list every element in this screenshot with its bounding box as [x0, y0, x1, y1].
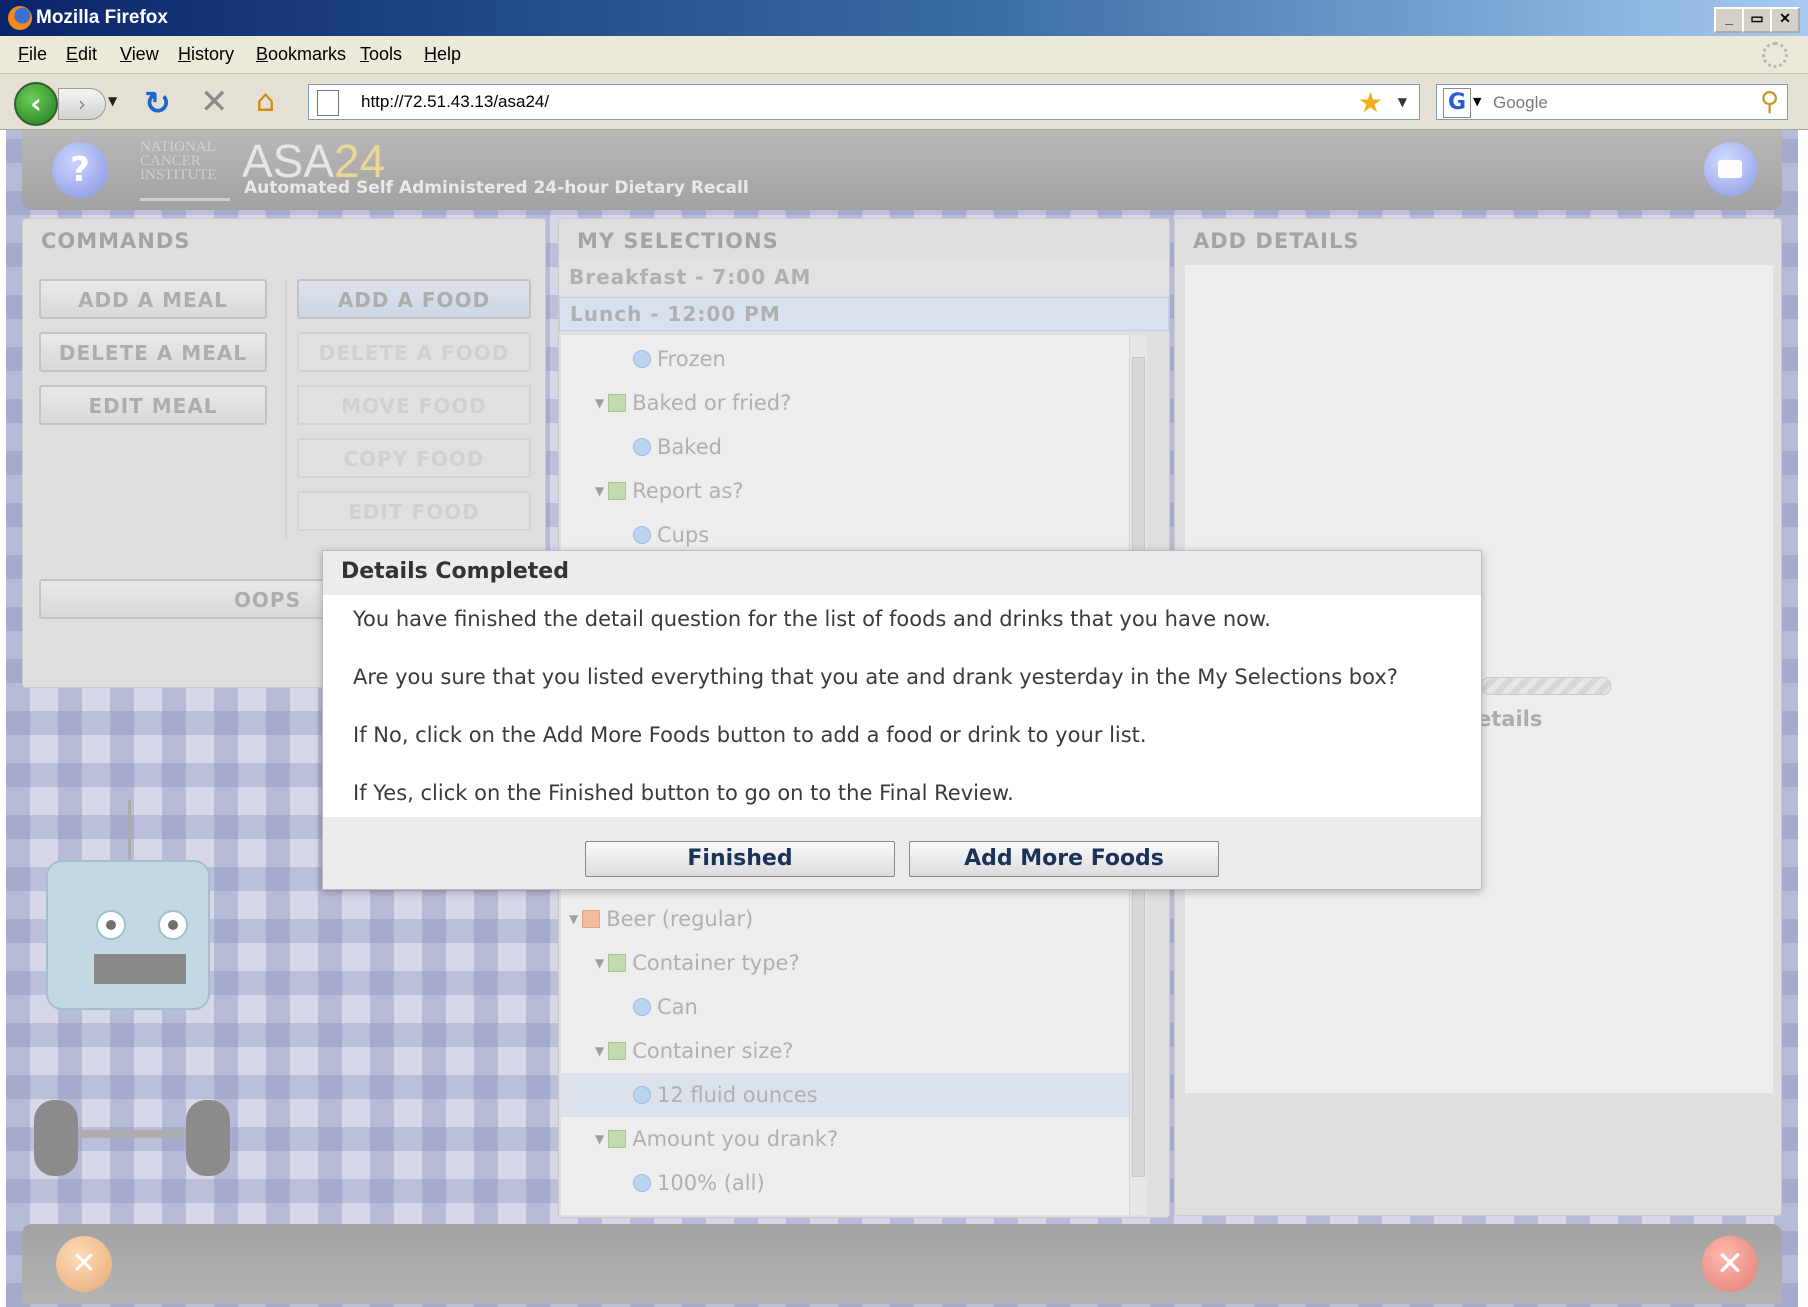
menu-bar: File Edit View History Bookmarks Tools H… — [0, 36, 1808, 74]
page-icon — [317, 90, 339, 116]
dialog-message: Are you sure that you listed everything … — [353, 665, 1398, 689]
menu-tools[interactable]: Tools — [360, 44, 402, 65]
history-dropdown-icon[interactable]: ▼ — [108, 94, 117, 108]
engine-dropdown-icon[interactable]: ▼ — [1473, 95, 1481, 108]
restore-button[interactable]: ▭ — [1742, 7, 1772, 33]
finished-button[interactable]: Finished — [585, 841, 895, 877]
search-icon[interactable]: ⚲ — [1760, 87, 1779, 117]
dialog-body: You have finished the detail question fo… — [323, 595, 1481, 817]
window-titlebar: Mozilla Firefox _ ▭ ✕ — [0, 0, 1808, 36]
url-text[interactable]: http://72.51.43.13/asa24/ — [361, 92, 549, 112]
minimize-button[interactable]: _ — [1714, 7, 1744, 33]
stop-icon[interactable]: ✕ — [200, 82, 229, 122]
forward-button[interactable]: › — [58, 88, 106, 120]
search-input[interactable]: Google — [1493, 93, 1548, 113]
bookmark-star-icon[interactable]: ★ — [1358, 86, 1383, 119]
firefox-icon — [8, 6, 32, 30]
throbber-icon — [1762, 42, 1788, 68]
menu-edit[interactable]: Edit — [66, 44, 97, 65]
dialog-message: If No, click on the Add More Foods butto… — [353, 723, 1147, 747]
google-engine-icon[interactable]: G — [1443, 88, 1471, 118]
menu-help[interactable]: Help — [424, 44, 461, 65]
window-title: Mozilla Firefox — [36, 7, 168, 28]
add-more-foods-button[interactable]: Add More Foods — [909, 841, 1219, 877]
url-dropdown-icon[interactable]: ▼ — [1398, 95, 1407, 109]
details-completed-dialog: Details Completed You have finished the … — [322, 550, 1482, 890]
reload-icon[interactable]: ↻ — [144, 84, 171, 122]
menu-bookmarks[interactable]: Bookmarks — [256, 44, 346, 65]
menu-history[interactable]: History — [178, 44, 234, 65]
dialog-title: Details Completed — [341, 559, 569, 584]
menu-file[interactable]: File — [18, 44, 47, 65]
search-bar[interactable]: G ▼ Google ⚲ — [1436, 84, 1788, 120]
menu-view[interactable]: View — [120, 44, 159, 65]
dialog-message: You have finished the detail question fo… — [353, 607, 1271, 631]
url-bar[interactable]: http://72.51.43.13/asa24/ ★ ▼ — [308, 84, 1420, 120]
close-window-button[interactable]: ✕ — [1770, 7, 1800, 33]
home-icon[interactable]: ⌂ — [256, 84, 275, 119]
dialog-message: If Yes, click on the Finished button to … — [353, 781, 1014, 805]
back-button[interactable]: ‹ — [14, 82, 58, 126]
